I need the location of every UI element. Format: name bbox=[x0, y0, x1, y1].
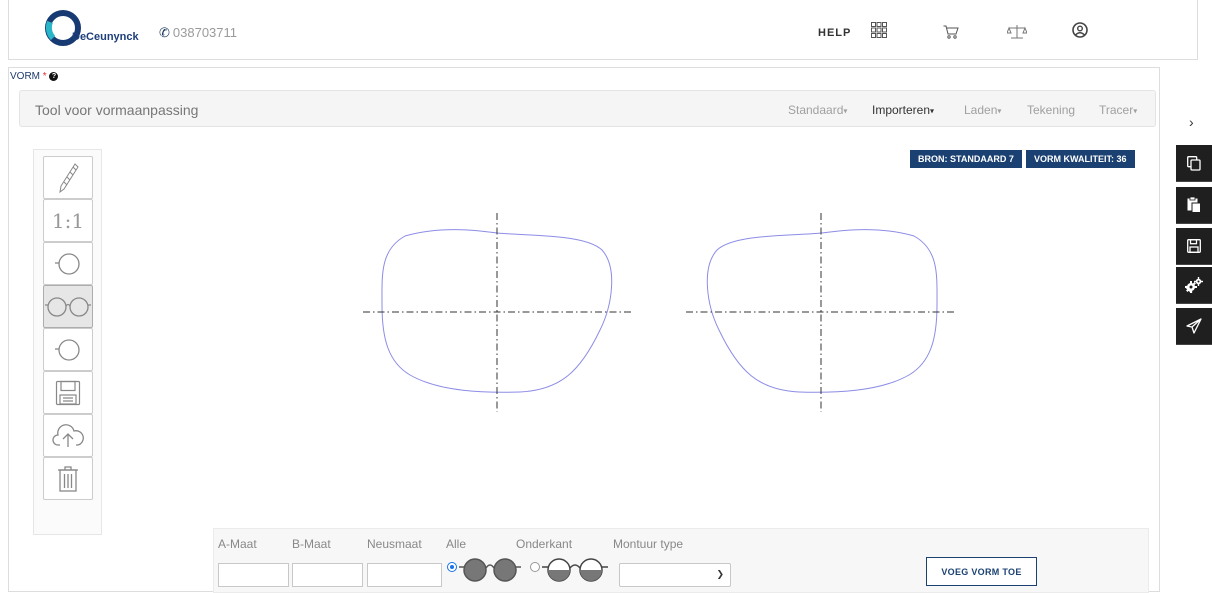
menu-laden-label: Laden bbox=[964, 103, 998, 117]
send-button[interactable] bbox=[1176, 308, 1212, 345]
menu-tekening[interactable]: Tekening bbox=[1027, 103, 1075, 117]
vorm-section-label: VORM * ? bbox=[10, 71, 59, 82]
shape-tool-title: Tool voor vormaanpassing bbox=[35, 102, 199, 118]
onderkant-label: Onderkant bbox=[516, 537, 573, 551]
menu-tracer[interactable]: Tracer▾ bbox=[1099, 103, 1137, 117]
vorm-label-text: VORM bbox=[10, 71, 40, 82]
save-shape-button[interactable] bbox=[43, 371, 93, 414]
single-lens-right-icon bbox=[55, 338, 80, 361]
caret-down-icon: ▾ bbox=[843, 106, 848, 116]
single-lens-left-icon bbox=[55, 252, 80, 275]
save-button[interactable] bbox=[1176, 228, 1212, 265]
phone-icon: ✆ bbox=[159, 25, 170, 40]
both-lenses-button[interactable] bbox=[43, 285, 93, 328]
onderkant-radio[interactable] bbox=[530, 562, 540, 572]
menu-importeren[interactable]: Importeren▾ bbox=[872, 103, 934, 117]
alle-label: Alle bbox=[446, 537, 467, 551]
paste-button[interactable] bbox=[1176, 187, 1212, 224]
scale-label: 1:1 bbox=[51, 208, 85, 233]
grid-apps-icon[interactable] bbox=[871, 22, 887, 38]
add-shape-button[interactable]: VOEG VORM TOE bbox=[926, 557, 1037, 586]
right-lens-outline bbox=[706, 229, 938, 393]
quality-badge: VORM KWALITEIT: 36 bbox=[1026, 150, 1135, 168]
user-account-icon[interactable] bbox=[1072, 22, 1088, 38]
floppy-save-icon bbox=[55, 380, 81, 405]
draw-pencil-button[interactable] bbox=[43, 156, 93, 199]
half-rim-frame-icon bbox=[542, 558, 608, 582]
upload-shape-button[interactable] bbox=[43, 414, 93, 457]
caret-down-icon: ▾ bbox=[997, 106, 1002, 116]
caret-down-icon: ▾ bbox=[1133, 106, 1138, 116]
menu-tracer-label: Tracer bbox=[1099, 103, 1134, 117]
caret-down-icon: ▾ bbox=[930, 106, 935, 116]
shape-tool-sidebar: 1:1 bbox=[33, 149, 102, 535]
gears-icon bbox=[1185, 277, 1203, 293]
chevron-down-icon: ❯ bbox=[716, 569, 724, 579]
a-maat-label: A-Maat bbox=[218, 537, 257, 551]
left-lens-button[interactable] bbox=[43, 242, 93, 285]
compare-scale-icon[interactable] bbox=[1007, 24, 1027, 39]
full-rim-frame-icon bbox=[459, 558, 521, 582]
sidebar-expand-chevron-icon[interactable]: › bbox=[1189, 114, 1194, 130]
paste-icon bbox=[1187, 197, 1201, 213]
montuur-type-label: Montuur type bbox=[613, 537, 684, 551]
save-icon bbox=[1187, 239, 1201, 253]
a-maat-input[interactable] bbox=[218, 563, 289, 587]
b-maat-label: B-Maat bbox=[292, 537, 331, 551]
b-maat-input[interactable] bbox=[292, 563, 363, 587]
lens-shape-canvas[interactable] bbox=[340, 140, 980, 440]
help-link[interactable]: HELP bbox=[818, 27, 851, 39]
info-icon[interactable]: ? bbox=[49, 71, 59, 81]
montuur-type-select[interactable]: ❯ bbox=[619, 563, 731, 587]
scale-1-1-button[interactable]: 1:1 bbox=[43, 199, 93, 242]
top-navbar: DeCeunynck ✆ 038703711 HELP bbox=[8, 0, 1198, 60]
glasses-icon bbox=[45, 296, 91, 317]
shopping-cart-icon[interactable] bbox=[943, 25, 959, 39]
delete-shape-button[interactable] bbox=[43, 457, 93, 500]
required-marker: * bbox=[42, 71, 47, 82]
neusmaat-input[interactable] bbox=[367, 563, 442, 587]
neusmaat-label: Neusmaat bbox=[367, 537, 422, 551]
phone-text: 038703711 bbox=[172, 25, 238, 40]
right-lens-axes bbox=[686, 213, 955, 412]
brand-name: DeCeunynck bbox=[72, 31, 139, 43]
paper-plane-icon bbox=[1186, 318, 1202, 334]
shape-tool-header: Tool voor vormaanpassing Standaard▾ Impo… bbox=[19, 90, 1156, 127]
left-lens-axes bbox=[363, 213, 632, 412]
copy-button[interactable] bbox=[1176, 145, 1212, 182]
shape-options-form: A-Maat B-Maat Neusmaat Alle Onderkant Mo… bbox=[213, 528, 1149, 593]
pencil-icon bbox=[59, 162, 79, 193]
copy-icon bbox=[1187, 155, 1201, 171]
alle-radio[interactable] bbox=[447, 562, 457, 572]
menu-laden[interactable]: Laden▾ bbox=[964, 103, 1001, 117]
menu-standaard-label: Standaard bbox=[788, 103, 844, 117]
right-lens-button[interactable] bbox=[43, 328, 93, 371]
phone-number[interactable]: ✆ 038703711 bbox=[159, 25, 237, 41]
trash-icon bbox=[58, 465, 78, 492]
cloud-upload-icon bbox=[52, 423, 84, 447]
settings-button[interactable] bbox=[1176, 267, 1212, 304]
menu-importeren-label: Importeren bbox=[872, 103, 931, 117]
menu-standaard[interactable]: Standaard▾ bbox=[788, 103, 847, 117]
